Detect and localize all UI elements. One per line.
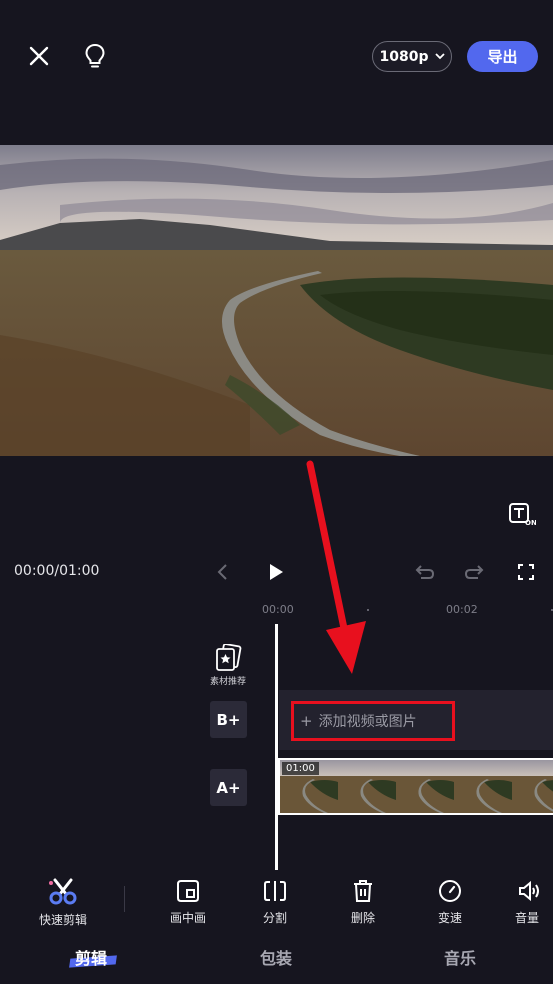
toolbar-divider (124, 886, 125, 912)
add-a-track-button[interactable]: A+ (210, 769, 247, 806)
video-frame-image (0, 145, 553, 456)
photo-star-icon (216, 644, 242, 671)
speed-label: 变速 (437, 911, 462, 925)
video-clip[interactable] (278, 758, 553, 815)
tab-package[interactable]: 包装 (260, 945, 292, 969)
chevron-down-icon (434, 53, 445, 60)
redo-icon[interactable] (462, 561, 486, 583)
ruler-tick-label: 00:00 (262, 603, 294, 616)
previous-icon[interactable] (212, 562, 232, 582)
undo-icon[interactable] (413, 561, 437, 583)
plus-icon: + (300, 712, 313, 730)
video-preview[interactable] (0, 145, 553, 456)
volume-button[interactable]: 音量 (515, 879, 553, 926)
scissors-icon (49, 878, 77, 905)
volume-label: 音量 (515, 911, 540, 925)
play-icon[interactable] (264, 560, 288, 584)
delete-button[interactable]: 删除 (338, 879, 388, 926)
ruler-tick-label: 00:02 (446, 603, 478, 616)
speedometer-icon (439, 880, 461, 902)
playhead[interactable] (275, 624, 278, 870)
material-recommend-label: 素材推荐 (209, 677, 246, 687)
split-button[interactable]: 分割 (250, 879, 300, 926)
close-icon[interactable] (26, 43, 52, 69)
trash-icon (354, 880, 372, 902)
tab-edit[interactable]: 剪辑 (75, 945, 107, 969)
picture-in-picture-icon (177, 880, 199, 902)
resolution-dropdown[interactable]: 1080p (372, 41, 452, 72)
picture-in-picture-button[interactable]: 画中画 (163, 879, 213, 926)
clip-thumbnails (280, 760, 553, 813)
svg-text:ON: ON (525, 519, 536, 526)
add-media-button[interactable]: + 添加视频或图片 (291, 701, 455, 741)
split-label: 分割 (262, 911, 287, 925)
speed-button[interactable]: 变速 (425, 879, 475, 926)
annotation-arrow (306, 460, 366, 674)
material-recommend-button[interactable]: 素材推荐 (207, 644, 249, 688)
lightbulb-icon[interactable] (82, 42, 108, 70)
picture-in-picture-label: 画中画 (169, 911, 206, 925)
split-icon (264, 881, 286, 901)
resolution-label: 1080p (379, 48, 429, 65)
delete-label: 删除 (350, 911, 375, 925)
tab-music[interactable]: 音乐 (444, 945, 476, 969)
add-b-track-button[interactable]: B+ (210, 701, 247, 738)
quick-edit-button[interactable]: 快速剪辑 (36, 877, 90, 928)
add-media-label: 添加视频或图片 (318, 714, 417, 730)
playback-timecode: 00:00/01:00 (14, 563, 100, 579)
speaker-icon (519, 880, 539, 902)
quick-edit-label: 快速剪辑 (38, 913, 87, 927)
export-button[interactable]: 导出 (467, 41, 538, 72)
fullscreen-icon[interactable] (515, 562, 537, 582)
text-overlay-toggle-icon[interactable]: ON (507, 501, 537, 527)
clip-duration-badge: 01:00 (282, 762, 319, 775)
